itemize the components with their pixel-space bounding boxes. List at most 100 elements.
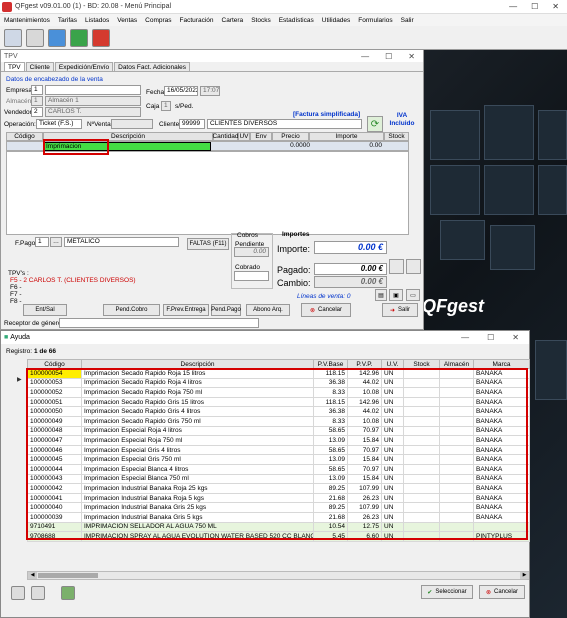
maximize-icon[interactable]: ☐ (385, 52, 392, 61)
cambio-label: Cambio: (277, 278, 311, 288)
exit-icon[interactable] (92, 28, 110, 47)
close-icon[interactable]: ✕ (408, 52, 415, 61)
pend-cobro-button[interactable]: Pend.Cobro (103, 304, 160, 316)
f-prev-entrega-button[interactable]: F.Prev.Entrega (163, 304, 209, 316)
caja-input[interactable]: 1 (161, 101, 171, 111)
refresh-icon[interactable]: ⟳ (367, 116, 383, 132)
salir-label: Salir (398, 307, 411, 313)
menu-listados[interactable]: Listados (85, 17, 109, 24)
app-titlebar: QFgest v09.01.00 (1) - BD: 20.08 - Menú … (0, 0, 567, 14)
tab-cliente[interactable]: Cliente (25, 62, 54, 71)
scroll-right-icon[interactable]: ▶ (520, 572, 529, 579)
importes-label: Importes (282, 231, 310, 238)
grid-header-importe: Importe (309, 132, 384, 141)
seleccionar-button[interactable]: ✔ Seleccionar (421, 585, 473, 599)
scroll-thumb[interactable] (38, 573, 98, 578)
cobrado-value[interactable] (234, 271, 269, 281)
grid-header-uv: UV (238, 132, 250, 141)
faltas-button[interactable]: FALTAS (F11) (187, 238, 229, 250)
menu-ventas[interactable]: Ventas (117, 17, 137, 24)
tpv-titlebar: TPV — ☐ ✕ (1, 50, 423, 62)
calculator-icon[interactable] (48, 28, 66, 47)
tab-datos-fact[interactable]: Datos Fact. Adicionales (114, 62, 191, 71)
menu-cartera[interactable]: Cartera (222, 17, 244, 24)
menu-formularios[interactable]: Formularios (358, 17, 392, 24)
tools-icon[interactable] (11, 586, 25, 600)
nav-left-button[interactable] (389, 259, 404, 274)
maximize-icon[interactable]: ☐ (487, 333, 494, 342)
registro-label: Registro: (6, 348, 33, 355)
minimize-icon[interactable]: — (509, 2, 517, 11)
row-pointer-icon: ▶ (17, 377, 22, 383)
pos-icon[interactable]: ▣ (389, 289, 403, 301)
highlight-box (43, 139, 109, 155)
empresa-name[interactable] (45, 85, 141, 95)
section-title: Datos de encabezado de la venta (6, 76, 103, 83)
tpv-f6[interactable]: F6 - (10, 284, 22, 291)
vendedor-label: Vendedor: (4, 109, 34, 116)
printer-icon[interactable] (26, 28, 44, 47)
operacion-select[interactable]: Ticket (F.S.) (36, 119, 82, 129)
ent-sal-button[interactable]: Ent/Sal (23, 304, 67, 316)
cobrado-label: Cobrado (235, 264, 260, 271)
fpago-code[interactable]: 1 (35, 237, 49, 247)
tab-tpv[interactable]: TPV (4, 62, 25, 71)
tpv-tabs: TPV Cliente Expedición/Envío Datos Fact.… (1, 62, 423, 72)
empresa-code[interactable]: 1 (31, 85, 43, 95)
chart-icon[interactable] (70, 28, 88, 47)
menu-tarifas[interactable]: Tarifas (58, 17, 77, 24)
cobros-label: Cobros (237, 232, 258, 239)
tpv-f5[interactable]: F5 - 2 CARLOS T. (CLIENTES DIVERSOS) (10, 277, 136, 284)
nav-right-button[interactable] (406, 259, 421, 274)
pend-pago-button[interactable]: Pend.Pago (211, 304, 241, 316)
vendedor-code[interactable]: 2 (31, 107, 43, 117)
menu-compras[interactable]: Compras (145, 17, 171, 24)
salir-button[interactable]: ➜ Salir (382, 303, 418, 317)
tab-expedicion[interactable]: Expedición/Envío (54, 62, 114, 71)
display-icon[interactable]: ▭ (406, 289, 420, 301)
menu-stocks[interactable]: Stocks (251, 17, 271, 24)
hora-input[interactable]: 17:07 (200, 86, 220, 96)
scroll-left-icon[interactable]: ◀ (28, 572, 37, 579)
app-title: QFgest v09.01.00 (1) - BD: 20.08 - Menú … (15, 3, 172, 10)
fpago-name[interactable]: METALICO (64, 237, 179, 247)
close-icon[interactable]: ✕ (512, 333, 519, 342)
almacen-code[interactable]: 1 (31, 96, 43, 106)
abono-arq-button[interactable]: Abono Arq. (246, 304, 290, 316)
horizontal-scrollbar[interactable]: ◀ ▶ (27, 571, 529, 580)
tpv-f8[interactable]: F8 - (10, 298, 22, 305)
almacen-label: Almacén: (6, 98, 34, 105)
fpago-label: F.Pago: (15, 240, 38, 247)
menu-mantenimientos[interactable]: Mantenimientos (4, 17, 50, 24)
menu-bar: Mantenimientos Tarifas Listados Ventas C… (0, 14, 567, 26)
cliente-label: Cliente: (159, 121, 182, 128)
menu-utilidades[interactable]: Utilidades (322, 17, 351, 24)
minimize-icon[interactable]: — (461, 333, 469, 342)
minimize-icon[interactable]: — (361, 52, 369, 61)
almacen-name[interactable]: Almacén 1 (45, 96, 141, 106)
print-icon[interactable]: ▤ (375, 289, 387, 301)
cancelar-button[interactable]: ⊗ Cancelar (301, 303, 351, 317)
cliente-name[interactable]: CLIENTES DIVERSOS (207, 119, 362, 129)
fpago-lookup-button[interactable]: … (50, 237, 62, 247)
menu-estadisticas[interactable]: Estadísticas (279, 17, 314, 24)
fecha-input[interactable]: 16/05/2022 (164, 86, 198, 96)
sped-label: s/Ped. (175, 103, 194, 110)
tpv-f7[interactable]: F7 - (10, 291, 22, 298)
receptor-input[interactable] (59, 318, 259, 328)
ayuda-cancelar-button[interactable]: ⊗ Cancelar (479, 585, 525, 599)
maximize-icon[interactable]: ☐ (531, 2, 538, 11)
vendedor-name[interactable]: CARLOS T. (45, 107, 141, 117)
ayuda-cancelar-label: Cancelar (494, 589, 519, 595)
menu-salir[interactable]: Salir (401, 17, 414, 24)
close-icon[interactable]: ✕ (552, 2, 559, 11)
cliente-code[interactable]: 99999 (179, 119, 205, 129)
pagado-value[interactable]: 0.00 € (314, 263, 387, 275)
tpv-window: TPV — ☐ ✕ TPV Cliente Expedición/Envío Dat… (0, 49, 424, 330)
document-icon[interactable] (4, 28, 22, 47)
export-icon[interactable] (61, 586, 75, 600)
filter-icon[interactable] (31, 586, 45, 600)
menu-facturacion[interactable]: Facturación (180, 17, 214, 24)
nventa-input[interactable] (111, 119, 153, 129)
cancel-icon: ⊗ (485, 589, 491, 596)
